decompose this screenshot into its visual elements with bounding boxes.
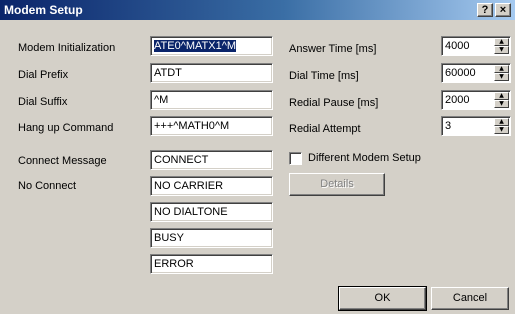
modem-init-input[interactable]: ATE0^MATX1^M: [150, 36, 273, 56]
answer-time-spinner[interactable]: 4000 ▲ ▼: [441, 36, 511, 56]
spin-down-icon[interactable]: ▼: [494, 46, 509, 54]
dial-prefix-label: Dial Prefix: [18, 69, 69, 81]
details-button[interactable]: Details: [289, 173, 385, 196]
redial-pause-spinner[interactable]: 2000 ▲ ▼: [441, 90, 511, 110]
spin-up-icon[interactable]: ▲: [494, 65, 509, 73]
modem-setup-dialog: Modem Setup ? × Modem Initialization Dia…: [0, 0, 515, 314]
close-button[interactable]: ×: [495, 3, 511, 17]
dialog-title: Modem Setup: [4, 3, 83, 17]
redial-pause-arrows: ▲ ▼: [494, 92, 509, 108]
no-connect-input-4[interactable]: ERROR: [150, 254, 273, 274]
different-setup-label[interactable]: Different Modem Setup: [308, 152, 421, 164]
ok-button[interactable]: OK: [338, 286, 427, 311]
redial-attempt-label: Redial Attempt: [289, 123, 361, 135]
help-button[interactable]: ?: [477, 3, 493, 17]
connect-message-label: Connect Message: [18, 155, 107, 167]
answer-time-label: Answer Time [ms]: [289, 43, 377, 55]
redial-attempt-arrows: ▲ ▼: [494, 118, 509, 134]
modem-init-label: Modem Initialization: [18, 42, 116, 54]
hangup-command-input[interactable]: +++^MATH0^M: [150, 116, 273, 136]
spin-up-icon[interactable]: ▲: [494, 118, 509, 126]
no-connect-input-2[interactable]: NO DIALTONE: [150, 202, 273, 222]
dial-time-label: Dial Time [ms]: [289, 70, 359, 82]
redial-attempt-spinner[interactable]: 3 ▲ ▼: [441, 116, 511, 136]
modem-init-value: ATE0^MATX1^M: [154, 40, 237, 52]
dial-suffix-label: Dial Suffix: [18, 96, 68, 108]
cancel-button[interactable]: Cancel: [431, 287, 509, 310]
dial-prefix-input[interactable]: ATDT: [150, 63, 273, 83]
dial-time-arrows: ▲ ▼: [494, 65, 509, 81]
no-connect-input-3[interactable]: BUSY: [150, 228, 273, 248]
dial-suffix-input[interactable]: ^M: [150, 90, 273, 110]
no-connect-label: No Connect: [18, 180, 77, 192]
answer-time-arrows: ▲ ▼: [494, 38, 509, 54]
dial-time-spinner[interactable]: 60000 ▲ ▼: [441, 63, 511, 83]
spin-down-icon[interactable]: ▼: [494, 126, 509, 134]
hangup-command-label: Hang up Command: [18, 122, 114, 134]
spin-down-icon[interactable]: ▼: [494, 100, 509, 108]
spin-down-icon[interactable]: ▼: [494, 73, 509, 81]
spin-up-icon[interactable]: ▲: [494, 38, 509, 46]
redial-pause-label: Redial Pause [ms]: [289, 97, 379, 109]
no-connect-input-1[interactable]: NO CARRIER: [150, 176, 273, 196]
spin-up-icon[interactable]: ▲: [494, 92, 509, 100]
different-setup-checkbox[interactable]: [289, 152, 302, 165]
connect-message-input[interactable]: CONNECT: [150, 150, 273, 170]
title-bar[interactable]: Modem Setup ? ×: [0, 0, 515, 20]
